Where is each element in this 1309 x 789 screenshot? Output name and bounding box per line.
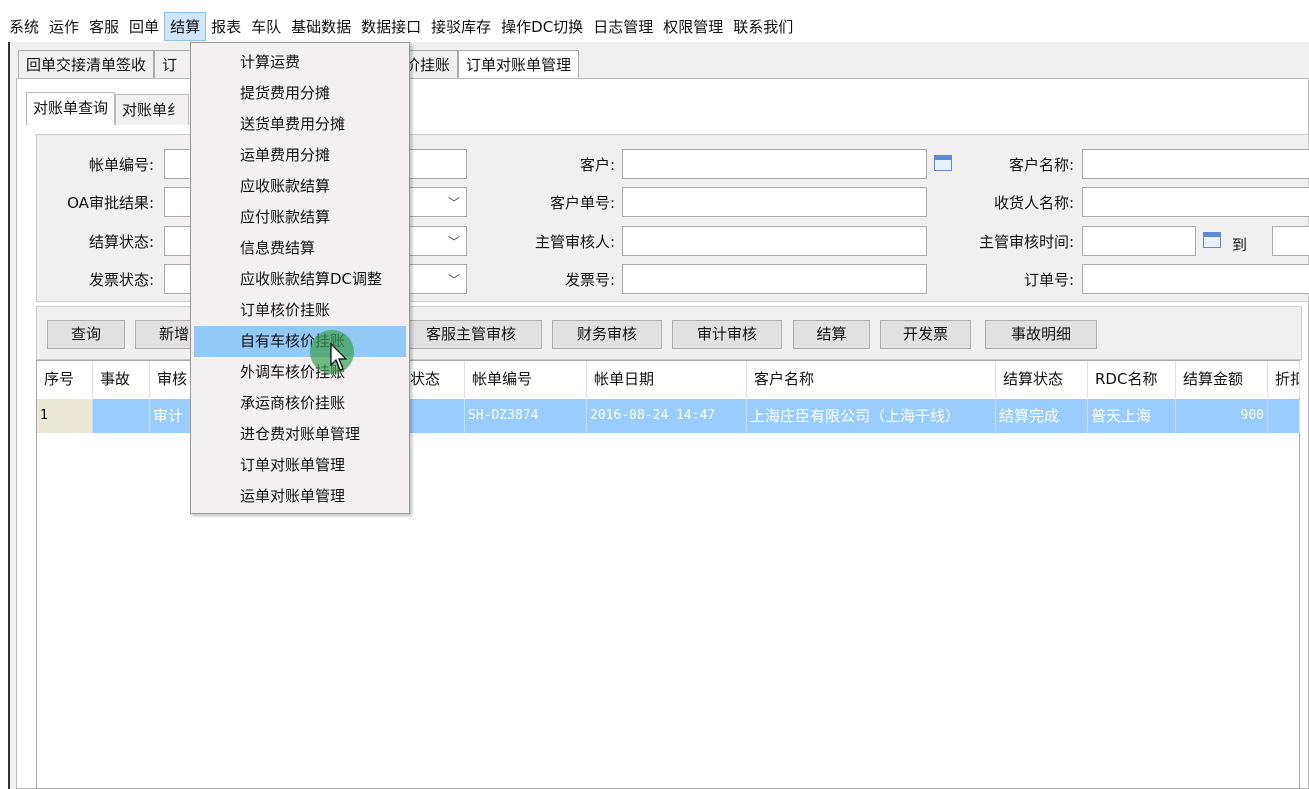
menu-system[interactable]: 系统 [4,13,44,40]
row-seq[interactable]: 1 [37,399,93,433]
column-header-bill-date[interactable]: 帐单日期 [587,361,747,398]
menu-basic-data[interactable]: 基础数据 [286,13,356,40]
subtab-statement-edit[interactable]: 对账单纟 [115,94,190,125]
tab-receipt-handover[interactable]: 回单交接清单签收 [18,50,155,79]
bill-no-label: 帐单编号: [88,156,154,174]
customer-input[interactable] [622,149,927,179]
menu-item-order-statement[interactable]: 订单对账单管理 [194,450,406,481]
sub-tabs: 对账单查询 对账单纟 [26,92,190,125]
column-header-rdc-name[interactable]: RDC名称 [1088,361,1176,398]
column-header-seq[interactable]: 序号 [37,361,93,398]
oa-result-label: OA审批结果: [67,194,154,212]
menu-permission[interactable]: 权限管理 [658,13,728,40]
menu-report[interactable]: 报表 [206,13,246,40]
menu-item-receivable-settlement[interactable]: 应收账款结算 [194,171,406,202]
invoice-button[interactable]: 开发票 [880,320,971,349]
chevron-down-icon: ﹀ [447,273,460,287]
settlement-dropdown-menu: 计算运费 提货费用分摊 送货单费用分摊 运单费用分摊 应收账款结算 应付账款结算… [190,42,410,514]
menu-item-own-vehicle-posting[interactable]: 自有车核价挂账 [194,326,406,357]
query-button[interactable]: 查询 [47,320,125,349]
customer-name-label: 客户名称: [1008,156,1074,174]
menu-bar: 系统 运作 客服 回单 结算 报表 车队 基础数据 数据接口 接驳库存 操作DC… [0,10,1309,42]
row-rdc-name[interactable]: 普天上海 [1088,399,1176,433]
title-bar [0,0,1309,10]
consignee-input[interactable] [1082,187,1309,217]
to-label: 到 [1232,236,1248,254]
mouse-pointer-icon [330,343,348,371]
menu-item-receivable-dc-adjust[interactable]: 应收账款结算DC调整 [194,264,406,295]
customer-label: 客户: [579,156,615,174]
column-header-accident[interactable]: 事故 [93,361,150,398]
menu-data-interface[interactable]: 数据接口 [356,13,426,40]
menu-stock[interactable]: 接驳库存 [426,13,496,40]
supervisor-time-to-input[interactable] [1272,226,1309,256]
menu-item-info-fee[interactable]: 信息费结算 [194,233,406,264]
menu-item-carrier-posting[interactable]: 承运商核价挂账 [194,388,406,419]
row-bill-no[interactable]: SH-DZ3874 [465,399,587,433]
row-settle-status[interactable]: 结算完成 [996,399,1088,433]
menu-item-waybill-statement[interactable]: 运单对账单管理 [194,481,406,512]
supervisor-time-from-input[interactable] [1082,226,1196,256]
supervisor-time-label: 主管审核时间: [978,233,1074,251]
menu-fleet[interactable]: 车队 [246,13,286,40]
subtab-statement-query[interactable]: 对账单查询 [26,92,116,125]
invoice-status-label: 发票状态: [88,271,154,289]
menu-item-external-vehicle-posting[interactable]: 外调车核价挂账 [194,357,406,388]
menu-contact[interactable]: 联系我们 [728,13,798,40]
settle-button[interactable]: 结算 [793,320,870,349]
invoice-no-label: 发票号: [564,271,615,289]
cs-audit-button[interactable]: 客服主管审核 [400,320,542,349]
menu-receipt[interactable]: 回单 [124,13,164,40]
order-no-label: 订单号: [1023,271,1074,289]
menu-item-warehouse-fee-statement[interactable]: 进仓费对账单管理 [194,419,406,450]
audit-audit-button[interactable]: 审计审核 [672,320,782,349]
menu-item-delivery-allocation[interactable]: 送货单费用分摊 [194,109,406,140]
menu-operation[interactable]: 运作 [44,13,84,40]
column-header-settle-amount[interactable]: 结算金额 [1176,361,1268,398]
customer-order-no-input[interactable] [622,187,927,217]
menu-item-waybill-allocation[interactable]: 运单费用分摊 [194,140,406,171]
menu-item-calc-freight[interactable]: 计算运费 [194,47,406,78]
chevron-down-icon: ﹀ [447,196,460,210]
customer-name-input[interactable] [1082,149,1309,179]
consignee-label: 收货人名称: [993,194,1074,212]
calendar-icon[interactable] [1203,232,1221,248]
settle-status-label: 结算状态: [88,233,154,251]
row-settle-amount[interactable]: 900 [1176,399,1268,433]
tab-order-statement[interactable]: 订单对账单管理 [458,50,580,79]
menu-settlement[interactable]: 结算 [164,11,207,41]
column-header-bill-no[interactable]: 帐单编号 [465,361,587,398]
invoice-no-input[interactable] [622,264,927,294]
row-accident[interactable] [93,399,150,433]
supervisor-label: 主管审核人: [534,233,615,251]
customer-order-no-label: 客户单号: [549,194,615,212]
finance-audit-button[interactable]: 财务审核 [552,320,662,349]
order-no-input[interactable] [1082,264,1309,294]
row-discount[interactable] [1268,399,1300,433]
row-customer-name[interactable]: 上海庄臣有限公司（上海干线） [747,399,996,433]
column-header-discount[interactable]: 折扣 [1268,361,1300,398]
chevron-down-icon: ﹀ [447,235,460,249]
menu-service[interactable]: 客服 [84,13,124,40]
supervisor-input[interactable] [622,226,927,256]
column-header-customer-name[interactable]: 客户名称 [747,361,996,398]
menu-item-pickup-allocation[interactable]: 提货费用分摊 [194,78,406,109]
row-bill-date[interactable]: 2016-08-24 14:47 [587,399,747,433]
menu-item-payable-settlement[interactable]: 应付账款结算 [194,202,406,233]
customer-lookup-icon[interactable] [934,155,952,171]
accident-detail-button[interactable]: 事故明细 [985,320,1097,349]
column-header-settle-status[interactable]: 结算状态 [996,361,1088,398]
menu-item-order-price-posting[interactable]: 订单核价挂账 [194,295,406,326]
menu-log[interactable]: 日志管理 [588,13,658,40]
menu-dc-switch[interactable]: 操作DC切换 [496,13,588,40]
